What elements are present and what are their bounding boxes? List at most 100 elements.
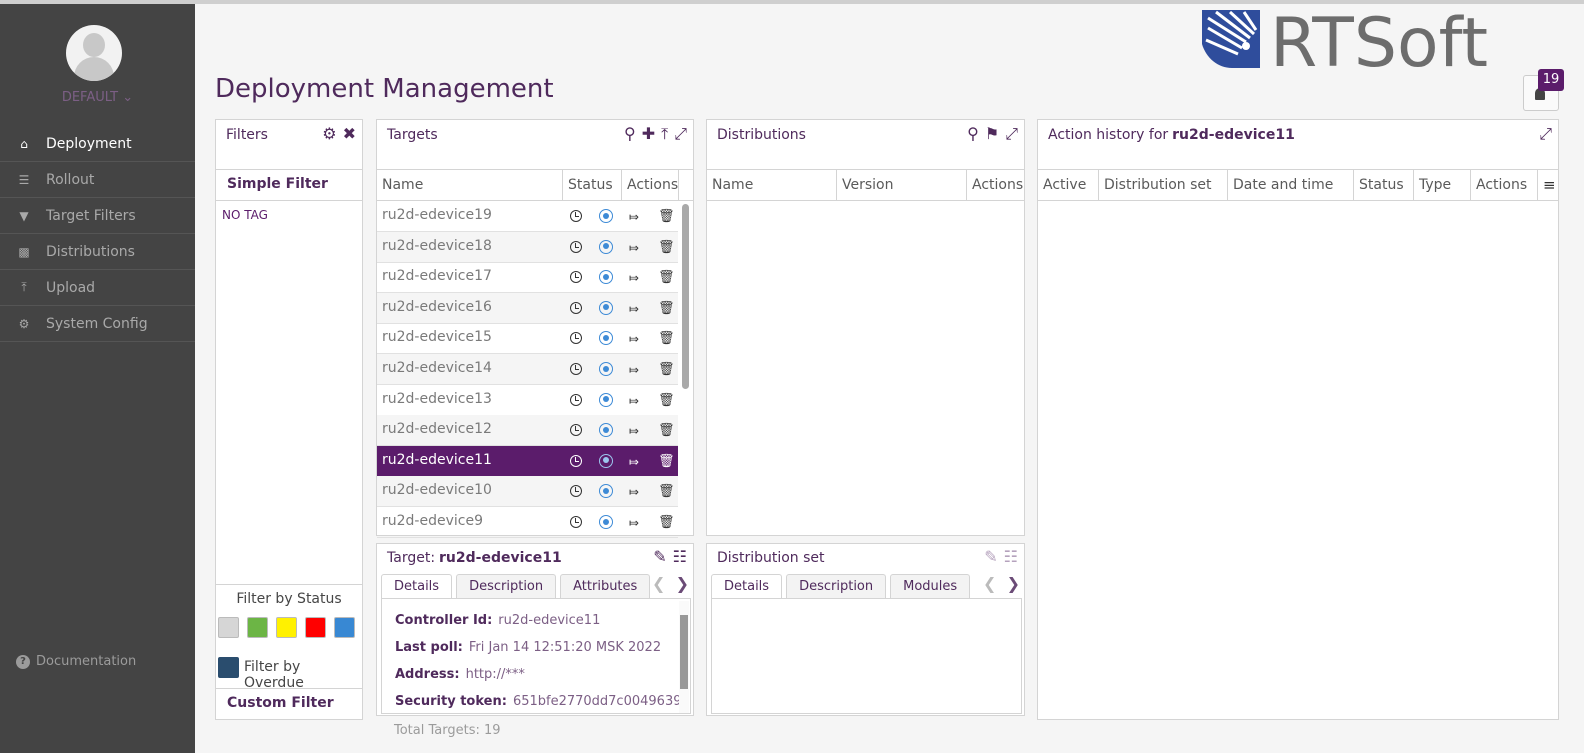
table-row[interactable]: ru2d-edevice11 ⤇ 🗑 xyxy=(377,445,678,477)
tab-details[interactable]: Details xyxy=(381,574,453,598)
pin-icon[interactable]: ⤇ xyxy=(629,394,639,408)
details-scrollbar[interactable] xyxy=(679,601,689,713)
simple-filter-tab[interactable]: Simple Filter xyxy=(216,169,362,201)
chevron-left-icon[interactable]: ❮ xyxy=(983,574,996,593)
documentation-link[interactable]: ? Documentation xyxy=(16,654,136,669)
maximize-icon[interactable]: ⤢ xyxy=(1005,125,1018,143)
clock-icon[interactable] xyxy=(570,393,582,406)
column-menu-icon[interactable]: ≡ xyxy=(1538,170,1558,200)
pin-icon[interactable]: ⤇ xyxy=(629,302,639,316)
tenant-menu[interactable]: DEFAULT ⌄ xyxy=(0,90,195,105)
edit-icon[interactable]: ✎ xyxy=(653,548,666,566)
pin-icon[interactable]: ⤇ xyxy=(629,241,639,255)
tab-description[interactable]: Description xyxy=(786,574,887,598)
table-row[interactable]: ru2d-edevice14 ⤇ 🗑 xyxy=(377,354,678,385)
add-icon[interactable]: ✚ xyxy=(642,125,655,143)
table-row[interactable]: ru2d-edevice13 ⤇ 🗑 xyxy=(377,385,678,416)
status-swatch-pending[interactable] xyxy=(276,617,297,638)
trash-icon[interactable]: 🗑 xyxy=(658,423,675,438)
chevron-right-icon[interactable]: ❯ xyxy=(676,574,689,593)
trash-icon[interactable]: 🗑 xyxy=(658,331,675,346)
column-status[interactable]: Status xyxy=(1354,170,1414,200)
sidebar-item-system-config[interactable]: ⚙ System Config xyxy=(0,306,195,342)
tab-description[interactable]: Description xyxy=(456,574,557,598)
column-distribution-set[interactable]: Distribution set xyxy=(1099,170,1228,200)
search-icon[interactable]: ⚲ xyxy=(624,125,636,143)
clock-icon[interactable] xyxy=(570,271,582,284)
trash-icon[interactable]: 🗑 xyxy=(658,393,675,408)
clock-icon[interactable] xyxy=(570,210,582,222)
maximize-icon[interactable]: ⤢ xyxy=(1539,125,1552,143)
clock-icon[interactable] xyxy=(570,301,582,314)
table-row[interactable]: ru2d-edevice15 ⤇ 🗑 xyxy=(377,323,678,355)
trash-icon[interactable]: 🗑 xyxy=(658,454,675,469)
tab-details[interactable]: Details xyxy=(711,574,783,598)
avatar[interactable] xyxy=(66,25,122,81)
table-row[interactable]: ru2d-edevice10 ⤇ 🗑 xyxy=(377,476,678,508)
custom-filter-tab[interactable]: Custom Filter xyxy=(216,688,362,719)
status-swatch-registered[interactable] xyxy=(334,617,355,638)
trash-icon[interactable]: 🗑 xyxy=(658,240,675,255)
upload-icon[interactable]: ⤒ xyxy=(661,125,668,143)
tags-icon[interactable]: ⚑ xyxy=(985,125,999,143)
clock-icon[interactable] xyxy=(570,516,582,528)
clock-icon[interactable] xyxy=(570,332,582,345)
column-date-time[interactable]: Date and time xyxy=(1228,170,1354,200)
maximize-icon[interactable]: ⤢ xyxy=(674,125,687,143)
details-list-icon[interactable]: ☷ xyxy=(673,548,687,566)
trash-icon[interactable]: 🗑 xyxy=(658,301,675,316)
clock-icon[interactable] xyxy=(570,424,582,437)
column-name[interactable]: Name xyxy=(707,170,837,200)
clock-icon[interactable] xyxy=(570,363,582,375)
trash-icon[interactable]: 🗑 xyxy=(658,484,675,499)
status-swatch-in-sync[interactable] xyxy=(247,617,268,638)
no-tag-button[interactable]: NO TAG xyxy=(222,208,268,222)
pin-icon[interactable]: ⤇ xyxy=(629,455,639,469)
overdue-swatch[interactable] xyxy=(218,657,239,678)
table-row[interactable]: ru2d-edevice12 ⤇ 🗑 xyxy=(377,415,678,447)
pin-icon[interactable]: ⤇ xyxy=(629,485,639,499)
chevron-right-icon[interactable]: ❯ xyxy=(1007,574,1020,593)
close-icon[interactable]: ✖ xyxy=(343,125,356,143)
chevron-left-icon[interactable]: ❮ xyxy=(652,574,665,593)
column-active[interactable]: Active xyxy=(1038,170,1099,200)
sidebar-item-target-filters[interactable]: ▼ Target Filters xyxy=(0,198,195,234)
status-swatch-error[interactable] xyxy=(305,617,326,638)
details-list-icon[interactable]: ☷ xyxy=(1004,548,1018,566)
pin-icon[interactable]: ⤇ xyxy=(629,424,639,438)
column-actions[interactable]: Actions xyxy=(622,170,679,200)
sidebar-item-deployment[interactable]: ⌂ Deployment xyxy=(0,126,195,162)
trash-icon[interactable]: 🗑 xyxy=(658,362,675,377)
table-row[interactable]: ru2d-edevice9 ⤇ 🗑 xyxy=(377,507,678,538)
column-actions[interactable]: Actions xyxy=(1471,170,1538,200)
table-row[interactable]: ru2d-edevice16 ⤇ 🗑 xyxy=(377,292,678,324)
trash-icon[interactable]: 🗑 xyxy=(658,209,675,224)
table-row[interactable]: ru2d-edevice17 ⤇ 🗑 xyxy=(377,262,678,294)
sidebar-item-rollout[interactable]: ☰ Rollout xyxy=(0,162,195,198)
sidebar-item-upload[interactable]: ⤒ Upload xyxy=(0,270,195,306)
column-status[interactable]: Status xyxy=(563,170,622,200)
column-version[interactable]: Version xyxy=(837,170,967,200)
clock-icon[interactable] xyxy=(570,240,582,253)
trash-icon[interactable]: 🗑 xyxy=(658,270,675,285)
clock-icon[interactable] xyxy=(570,454,582,467)
sidebar-item-distributions[interactable]: ▩ Distributions xyxy=(0,234,195,270)
status-swatch-unknown[interactable] xyxy=(218,617,239,638)
gear-icon[interactable]: ⚙ xyxy=(322,125,336,143)
tab-attributes[interactable]: Attributes xyxy=(560,574,651,598)
column-name[interactable]: Name xyxy=(377,170,563,200)
pin-icon[interactable]: ⤇ xyxy=(629,363,639,377)
clock-icon[interactable] xyxy=(570,485,582,498)
targets-scrollbar[interactable] xyxy=(682,204,689,389)
pin-icon[interactable]: ⤇ xyxy=(629,516,639,530)
pin-icon[interactable]: ⤇ xyxy=(629,332,639,346)
edit-icon[interactable]: ✎ xyxy=(984,548,997,566)
pin-icon[interactable]: ⤇ xyxy=(629,210,639,224)
column-type[interactable]: Type xyxy=(1414,170,1471,200)
search-icon[interactable]: ⚲ xyxy=(967,125,979,143)
pin-icon[interactable]: ⤇ xyxy=(629,271,639,285)
table-row[interactable]: ru2d-edevice19 ⤇ 🗑 xyxy=(377,201,678,232)
tab-modules[interactable]: Modules xyxy=(890,574,971,598)
table-row[interactable]: ru2d-edevice18 ⤇ 🗑 xyxy=(377,231,678,263)
trash-icon[interactable]: 🗑 xyxy=(658,515,675,530)
